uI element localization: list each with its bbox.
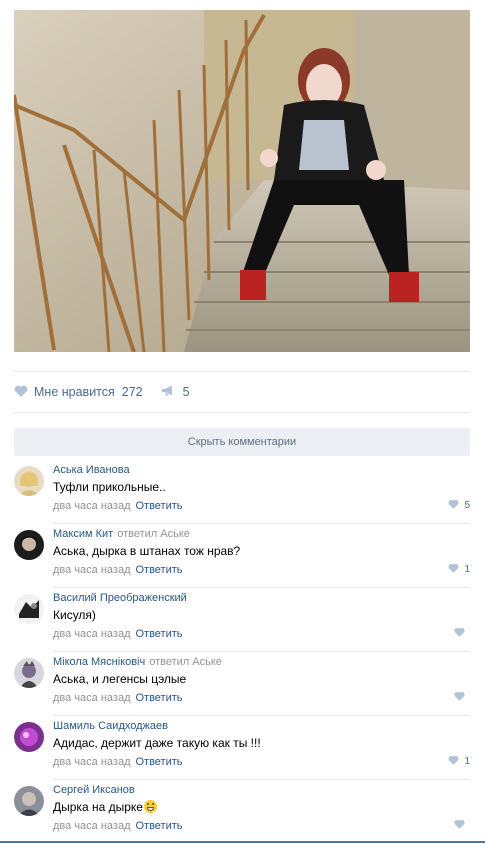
comment-text: Кисуля) (53, 608, 96, 622)
grinning-emoji-icon (143, 800, 157, 813)
comment-author-line: Максим Кит ответил Аське (53, 528, 190, 540)
comment-text: Туфли прикольные.. (53, 480, 166, 494)
comment-item: Максим Кит ответил Аське Аська, дырка в ш… (14, 524, 470, 588)
comment-meta: два часа назад Ответить (53, 564, 183, 576)
like-button[interactable]: Мне нравится 272 (14, 385, 143, 400)
reply-link[interactable]: Ответить (135, 756, 182, 768)
comment-meta: два часа назад Ответить (53, 692, 183, 704)
share-count: 5 (182, 385, 190, 399)
comment-like-count: 1 (464, 756, 470, 767)
comment-replied-to[interactable]: ответил Аське (117, 528, 190, 540)
comment-author-line: Василий Преображенский (53, 592, 191, 604)
photo-illustration (14, 10, 470, 352)
comment-meta: два часа назад Ответить (53, 820, 183, 832)
avatar[interactable] (14, 466, 44, 496)
comment-time[interactable]: два часа назад (53, 820, 130, 832)
comment-text: Аська, дырка в штанах тож нрав? (53, 544, 241, 558)
heart-icon (454, 691, 465, 704)
comment-item: Шамиль Саидходжаев Адидас, держит даже т… (14, 716, 470, 780)
megaphone-icon (161, 385, 175, 400)
comment-author-line: Сергей Иксанов (53, 784, 139, 796)
comment-item: Аська Иванова Туфли прикольные.. два час… (14, 460, 470, 524)
comment-meta: два часа назад Ответить (53, 500, 183, 512)
comment-meta: два часа назад Ответить (53, 628, 183, 640)
avatar[interactable] (14, 594, 44, 624)
comment-time[interactable]: два часа назад (53, 564, 130, 576)
divider (14, 412, 470, 413)
comment-text: Дырка на дырке (53, 800, 157, 814)
avatar[interactable] (14, 722, 44, 752)
comment-like-count: 1 (464, 564, 470, 575)
comment-author[interactable]: Аська Иванова (53, 464, 130, 476)
comment-like-button[interactable]: 1 (448, 563, 470, 576)
avatar[interactable] (14, 530, 44, 560)
comment-author-line: Шамиль Саидходжаев (53, 720, 172, 732)
hide-comments-button[interactable]: Скрыть комментарии (14, 428, 470, 456)
heart-icon (454, 819, 465, 832)
comment-like-button[interactable] (454, 691, 470, 704)
reply-link[interactable]: Ответить (135, 500, 182, 512)
reply-link[interactable]: Ответить (135, 564, 182, 576)
post-photo[interactable] (14, 10, 470, 352)
comment-author[interactable]: Мікола Мясніковіч (53, 656, 145, 668)
comment-item: Василий Преображенский Кисуля) два часа … (14, 588, 470, 652)
heart-icon (448, 755, 460, 768)
comment-meta: два часа назад Ответить (53, 756, 183, 768)
comment-time[interactable]: два часа назад (53, 756, 130, 768)
comment-like-button[interactable] (454, 627, 470, 640)
reply-link[interactable]: Ответить (135, 692, 182, 704)
comment-text: Адидас, держит даже такую как ты !!! (53, 736, 261, 750)
comment-time[interactable]: два часа назад (53, 500, 130, 512)
comment-author-line: Мікола Мясніковіч ответил Аське (53, 656, 222, 668)
share-button[interactable]: 5 (161, 385, 190, 400)
heart-icon (454, 627, 465, 640)
comment-like-button[interactable] (454, 819, 470, 832)
heart-icon (448, 563, 460, 576)
comment-item: Мікола Мясніковіч ответил Аське Аська, и … (14, 652, 470, 716)
reply-link[interactable]: Ответить (135, 628, 182, 640)
comment-time[interactable]: два часа назад (53, 692, 130, 704)
like-count: 272 (121, 385, 143, 399)
comment-author[interactable]: Василий Преображенский (53, 592, 187, 604)
comment-author[interactable]: Шамиль Саидходжаев (53, 720, 168, 732)
comment-author[interactable]: Максим Кит (53, 528, 113, 540)
avatar[interactable] (14, 658, 44, 688)
avatar[interactable] (14, 786, 44, 816)
comment-time[interactable]: два часа назад (53, 628, 130, 640)
divider (14, 371, 470, 372)
comment-like-button[interactable]: 1 (448, 755, 470, 768)
comment-item: Сергей Иксанов Дырка на дырке два часа н… (14, 780, 470, 844)
comment-author-line: Аська Иванова (53, 464, 134, 476)
comment-text-content: Дырка на дырке (53, 800, 143, 814)
like-label: Мне нравится (34, 385, 115, 399)
comment-like-button[interactable]: 5 (448, 499, 470, 512)
heart-icon (448, 499, 460, 512)
comment-author[interactable]: Сергей Иксанов (53, 784, 135, 796)
comment-replied-to[interactable]: ответил Аське (149, 656, 222, 668)
reply-link[interactable]: Ответить (135, 820, 182, 832)
comment-like-count: 5 (464, 500, 470, 511)
heart-icon (14, 385, 28, 400)
comment-text: Аська, и легенсы цэлые (53, 672, 187, 686)
post-actions: Мне нравится 272 5 (14, 382, 190, 402)
